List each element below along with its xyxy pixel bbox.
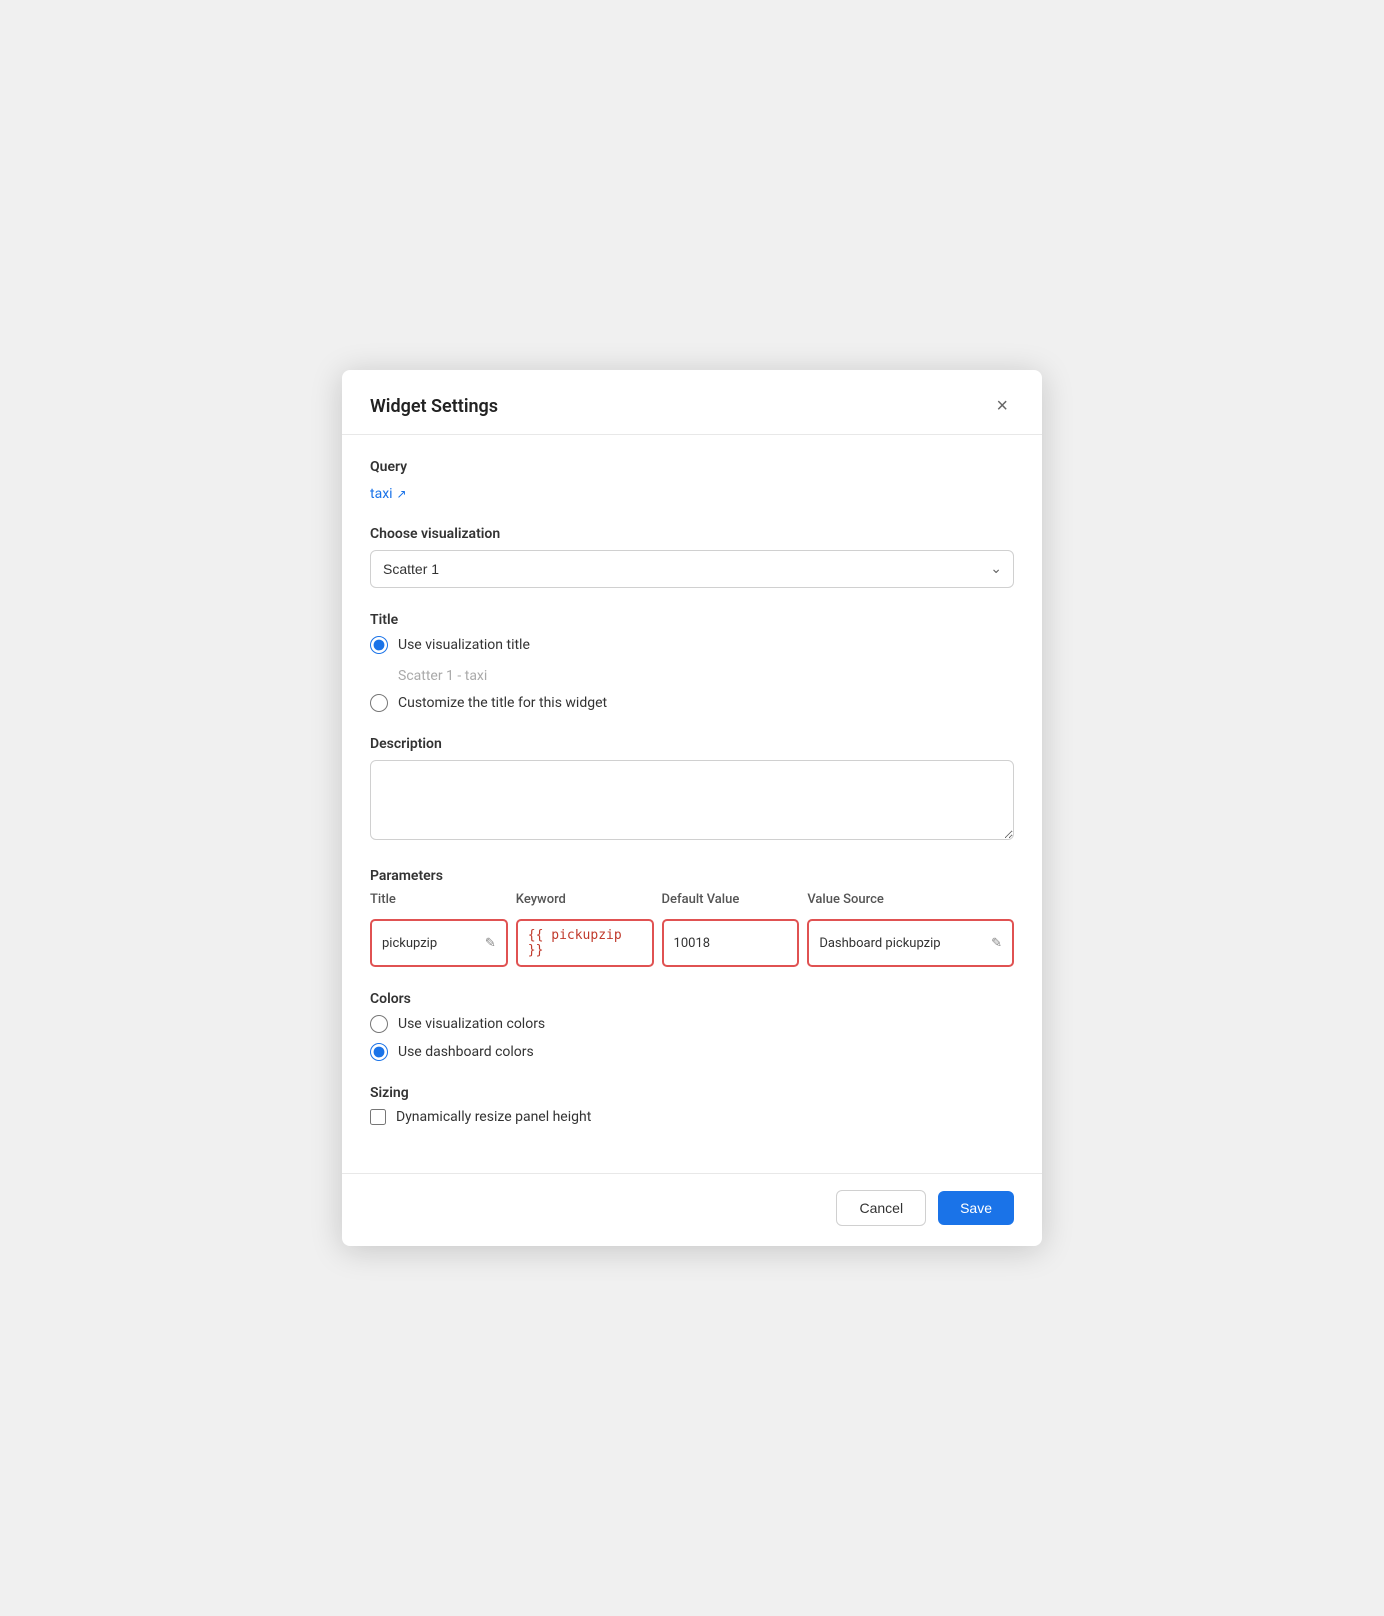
dynamic-resize-item[interactable]: Dynamically resize panel height [370,1109,1014,1125]
save-button[interactable]: Save [938,1191,1014,1225]
dynamic-resize-label: Dynamically resize panel height [396,1109,591,1125]
param-source-edit-icon[interactable]: ✎ [991,936,1002,951]
customize-title-label: Customize the title for this widget [398,695,607,711]
title-label: Title [370,612,1014,628]
query-label: Query [370,459,1014,475]
use-viz-title-item[interactable]: Use visualization title [370,636,1014,654]
visualization-label: Choose visualization [370,526,1014,542]
col-header-default: Default Value [662,892,800,911]
title-radio-group: Use visualization title Scatter 1 - taxi… [370,636,1014,712]
use-dashboard-colors-radio[interactable] [370,1043,388,1061]
description-section: Description [370,736,1014,844]
sizing-label: Sizing [370,1085,1014,1101]
param-title-edit-icon[interactable]: ✎ [485,936,496,951]
visualization-select-wrapper: Scatter 1 Bar 1 Line 1 Table 1 ⌄ [370,550,1014,588]
param-title-value: pickupzip [382,936,437,951]
modal-title: Widget Settings [370,396,498,417]
modal-footer: Cancel Save [342,1173,1042,1246]
use-viz-title-radio[interactable] [370,636,388,654]
viz-title-hint: Scatter 1 - taxi [398,668,1014,684]
modal-header: Widget Settings × [342,370,1042,435]
use-viz-colors-item[interactable]: Use visualization colors [370,1015,1014,1033]
param-title-cell: pickupzip ✎ [370,919,508,967]
use-viz-title-label: Use visualization title [398,637,530,653]
description-label: Description [370,736,1014,752]
customize-title-radio[interactable] [370,694,388,712]
parameters-section: Parameters Title Keyword Default Value V… [370,868,1014,967]
col-header-keyword: Keyword [516,892,654,911]
colors-radio-group: Use visualization colors Use dashboard c… [370,1015,1014,1061]
use-dashboard-colors-label: Use dashboard colors [398,1044,534,1060]
cancel-button[interactable]: Cancel [836,1190,926,1226]
use-dashboard-colors-item[interactable]: Use dashboard colors [370,1043,1014,1061]
col-header-title: Title [370,892,508,911]
param-source-cell: Dashboard pickupzip ✎ [807,919,1014,967]
external-link-icon: ↗ [397,487,407,501]
param-keyword-value: {{ pickupzip }} [528,928,642,958]
modal-body: Query taxi ↗ Choose visualization Scatte… [342,435,1042,1165]
param-default-cell: 10018 [662,919,800,967]
colors-section: Colors Use visualization colors Use dash… [370,991,1014,1061]
use-viz-colors-label: Use visualization colors [398,1016,545,1032]
title-section: Title Use visualization title Scatter 1 … [370,612,1014,712]
query-link[interactable]: taxi ↗ [370,486,407,502]
colors-label: Colors [370,991,1014,1007]
param-source-value: Dashboard pickupzip [819,936,940,951]
widget-settings-modal: Widget Settings × Query taxi ↗ Choose vi… [342,370,1042,1246]
param-keyword-cell: {{ pickupzip }} [516,919,654,967]
query-link-text: taxi [370,486,393,502]
parameters-label: Parameters [370,868,1014,884]
description-input[interactable] [370,760,1014,840]
customize-title-item[interactable]: Customize the title for this widget [370,694,1014,712]
param-default-value: 10018 [674,936,711,951]
dynamic-resize-checkbox[interactable] [370,1109,386,1125]
col-header-source: Value Source [807,892,1014,911]
parameters-header: Title Keyword Default Value Value Source [370,892,1014,911]
close-button[interactable]: × [990,394,1014,418]
visualization-section: Choose visualization Scatter 1 Bar 1 Lin… [370,526,1014,588]
query-section: Query taxi ↗ [370,459,1014,502]
parameters-table: Title Keyword Default Value Value Source… [370,892,1014,967]
sizing-section: Sizing Dynamically resize panel height [370,1085,1014,1125]
table-row: pickupzip ✎ {{ pickupzip }} 10018 Dashbo… [370,919,1014,967]
visualization-select[interactable]: Scatter 1 Bar 1 Line 1 Table 1 [370,550,1014,588]
use-viz-colors-radio[interactable] [370,1015,388,1033]
